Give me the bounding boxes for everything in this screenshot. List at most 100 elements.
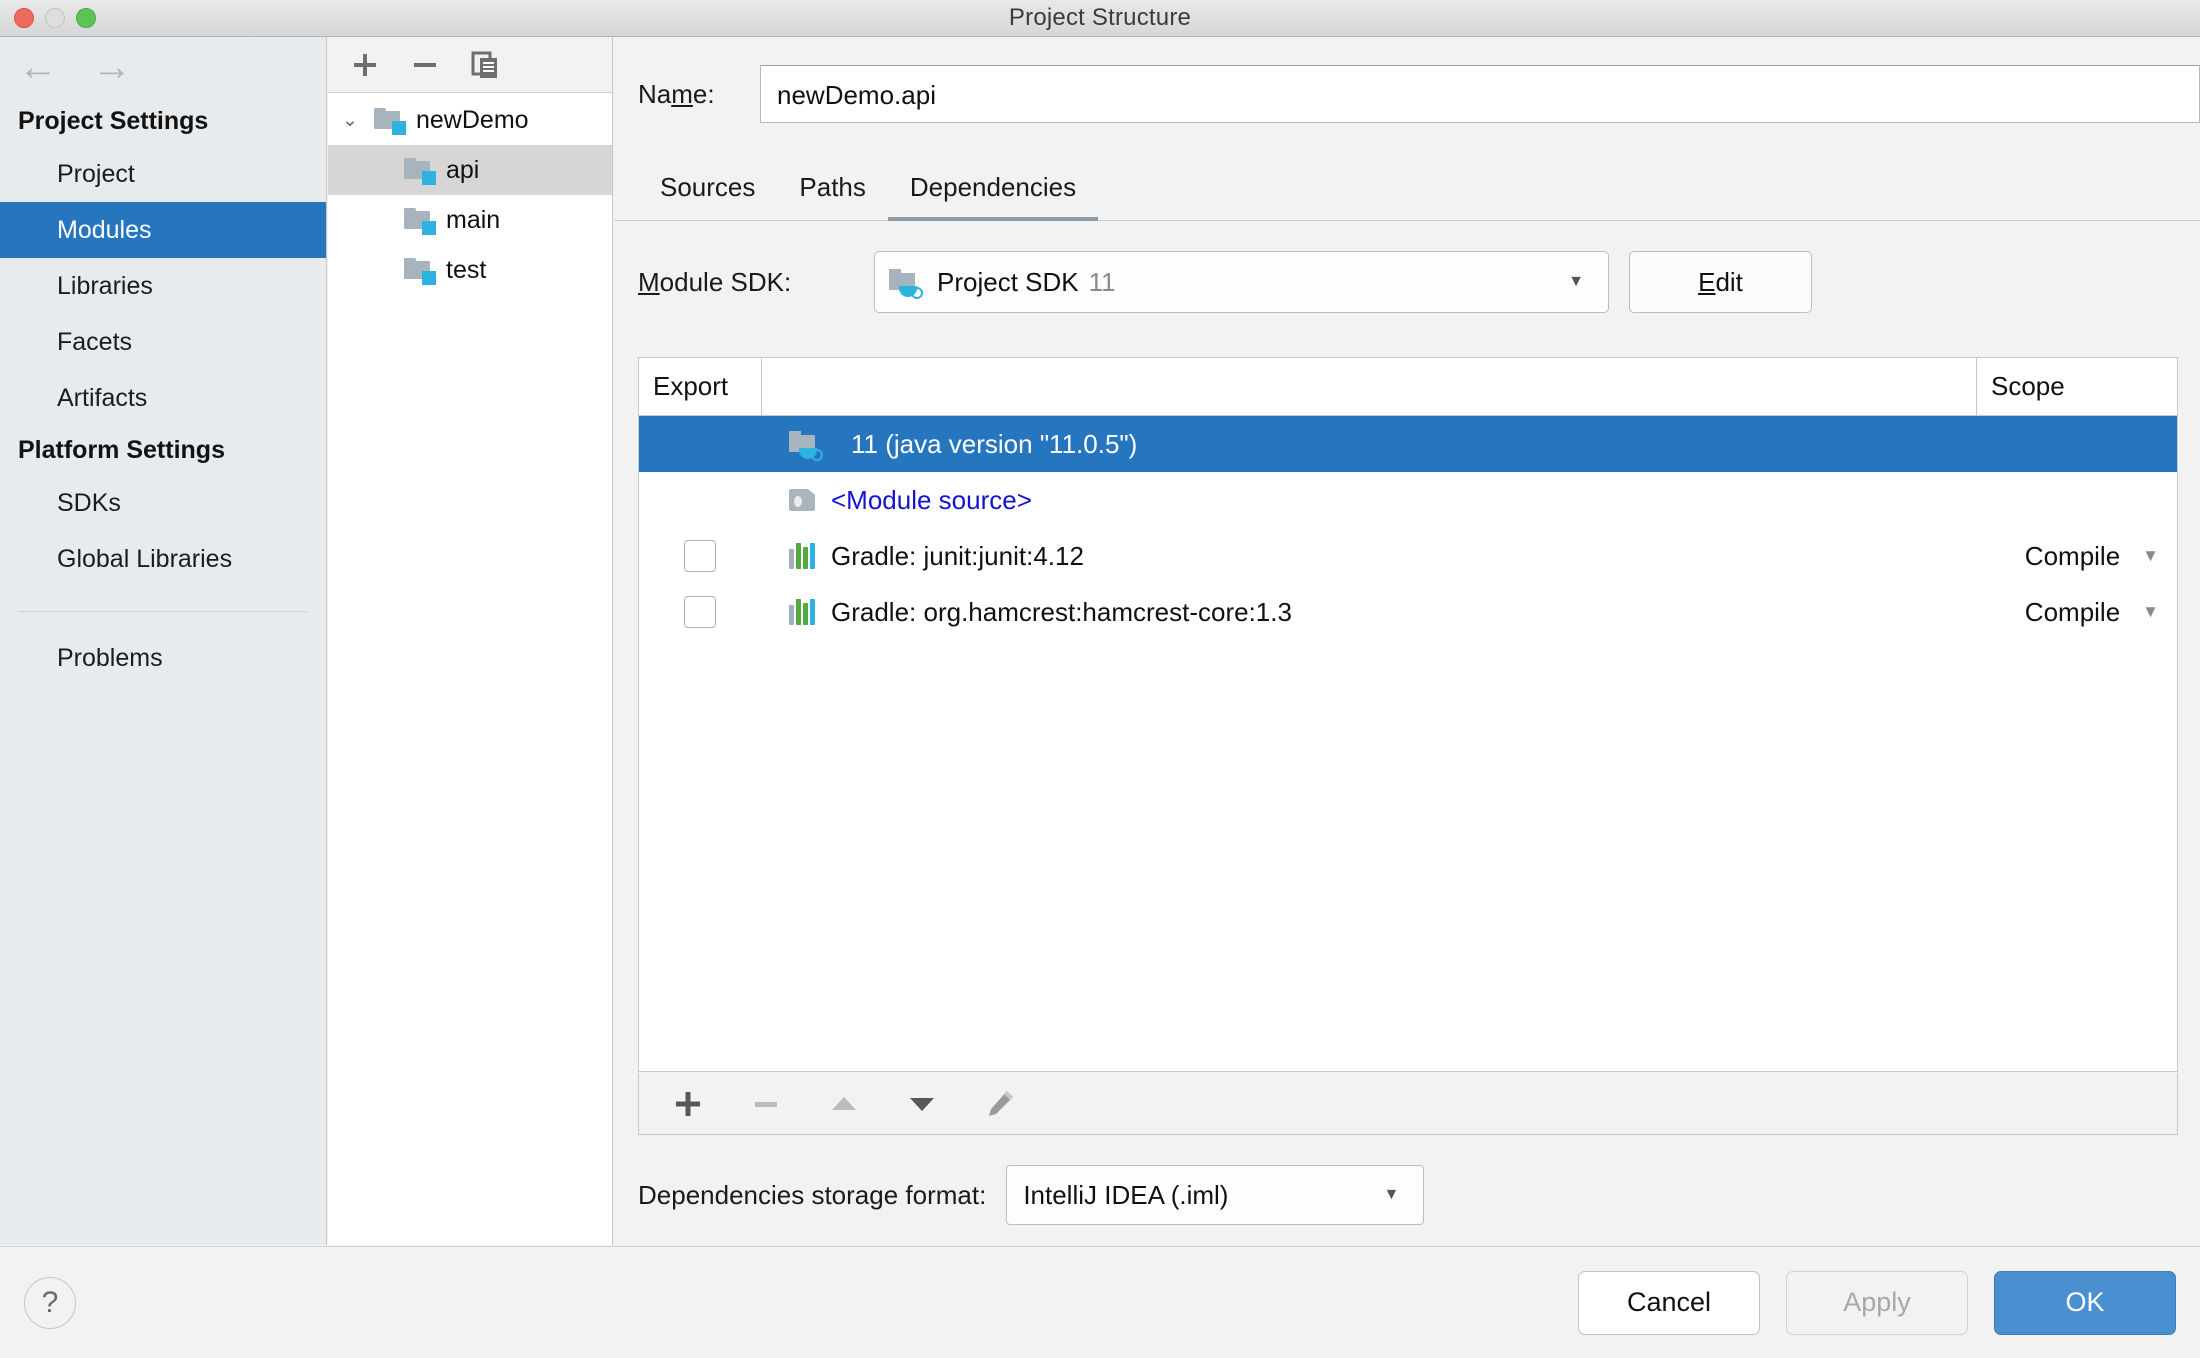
- window-title: Project Structure: [1008, 4, 1192, 31]
- move-down-button[interactable]: [905, 1087, 939, 1121]
- dialog-buttons: Cancel Apply OK: [1578, 1270, 2176, 1335]
- chevron-down-icon[interactable]: ▼: [1383, 1186, 1399, 1204]
- sidebar-group-project-settings: Project Settings: [18, 107, 209, 135]
- tab-paths[interactable]: Paths: [777, 172, 888, 221]
- dependency-name-cell: <Module source>: [761, 485, 1977, 516]
- module-editor-panel: Name: newDemo.api Sources Paths Dependen…: [614, 37, 2200, 1245]
- dependency-label: 11 (java version "11.0.5"): [851, 428, 1138, 459]
- add-dependency-button[interactable]: [671, 1087, 705, 1121]
- module-sdk-value: Project SDK 11: [937, 266, 1116, 297]
- column-header-export: Export: [653, 371, 729, 401]
- module-tree-panel: ⌄ newDemo api main test: [328, 37, 613, 1245]
- sidebar-item-libraries[interactable]: Libraries: [0, 258, 326, 314]
- tree-item-newdemo[interactable]: ⌄ newDemo: [328, 95, 612, 145]
- module-name-label: Name:: [638, 78, 715, 109]
- remove-dependency-button[interactable]: [749, 1087, 783, 1121]
- table-row[interactable]: Gradle: org.hamcrest:hamcrest-core:1.3 C…: [639, 584, 2177, 640]
- sidebar-item-facets[interactable]: Facets: [0, 314, 326, 370]
- titlebar: Project Structure: [0, 0, 2200, 37]
- table-row[interactable]: 11 (java version "11.0.5"): [639, 416, 2177, 472]
- module-name-row: Name: newDemo.api: [614, 37, 2200, 123]
- export-checkbox[interactable]: [684, 540, 716, 572]
- library-icon: [789, 543, 817, 569]
- tree-item-label: main: [446, 205, 501, 234]
- copy-module-button[interactable]: [470, 50, 500, 80]
- dependency-label: <Module source>: [831, 484, 1032, 515]
- module-sdk-dropdown[interactable]: Project SDK 11 ▼: [874, 251, 1609, 313]
- sidebar-item-global-libraries[interactable]: Global Libraries: [0, 531, 326, 587]
- cancel-button[interactable]: Cancel: [1578, 1270, 1760, 1335]
- tree-item-label: test: [446, 255, 487, 284]
- sidebar-item-artifacts[interactable]: Artifacts: [0, 370, 326, 426]
- storage-format-row: Dependencies storage format: IntelliJ ID…: [638, 1165, 1425, 1225]
- chevron-down-icon[interactable]: ▼: [2142, 602, 2159, 622]
- dependency-label: Gradle: org.hamcrest:hamcrest-core:1.3: [831, 596, 1292, 627]
- edit-sdk-button[interactable]: Edit: [1629, 251, 1812, 313]
- scope-cell[interactable]: Compile ▼: [1977, 541, 2177, 572]
- sidebar-item-sdks[interactable]: SDKs: [0, 475, 326, 531]
- dialog-footer: ? Cancel Apply OK: [0, 1246, 2200, 1358]
- module-tree: ⌄ newDemo api main test: [328, 93, 612, 295]
- settings-sidebar: ← → Project Settings Project Modules Lib…: [0, 37, 327, 1245]
- ok-button[interactable]: OK: [1994, 1270, 2176, 1335]
- sidebar-divider: [18, 611, 308, 612]
- sidebar-group-platform-settings: Platform Settings: [18, 436, 225, 464]
- sidebar-nav-buttons: ← →: [0, 37, 326, 97]
- tree-item-main[interactable]: main: [328, 195, 612, 245]
- apply-button[interactable]: Apply: [1786, 1270, 1968, 1335]
- sidebar-item-problems[interactable]: Problems: [0, 630, 326, 686]
- export-cell[interactable]: [639, 540, 761, 572]
- module-source-icon: [789, 487, 817, 513]
- add-module-button[interactable]: [350, 50, 380, 80]
- jdk-icon: [889, 268, 923, 299]
- module-folder-icon: [404, 258, 436, 285]
- column-divider[interactable]: [761, 357, 762, 416]
- export-checkbox[interactable]: [684, 596, 716, 628]
- scope-value: Compile: [2024, 540, 2121, 571]
- module-folder-icon: [374, 108, 406, 135]
- table-row[interactable]: Gradle: junit:junit:4.12 Compile ▼: [639, 528, 2177, 584]
- storage-format-dropdown[interactable]: IntelliJ IDEA (.iml) ▼: [1006, 1165, 1425, 1225]
- dependency-name-cell: Gradle: junit:junit:4.12: [761, 541, 1977, 572]
- module-folder-icon: [404, 158, 436, 185]
- tree-item-label: newDemo: [416, 105, 529, 134]
- column-header-scope: Scope: [1991, 371, 2065, 401]
- scope-cell[interactable]: Compile ▼: [1977, 597, 2177, 628]
- remove-module-button[interactable]: [410, 50, 440, 80]
- module-tree-toolbar: [328, 37, 612, 93]
- help-button[interactable]: ?: [24, 1276, 76, 1329]
- module-sdk-label: Module SDK:: [638, 266, 792, 297]
- library-icon: [789, 599, 817, 625]
- storage-format-value: IntelliJ IDEA (.iml): [1023, 1179, 1229, 1210]
- project-structure-dialog: Project Structure ← → Project Settings P…: [0, 0, 2200, 1358]
- module-name-input[interactable]: newDemo.api: [760, 65, 2200, 123]
- scope-value: Compile: [2024, 596, 2121, 627]
- forward-arrow-icon[interactable]: →: [92, 47, 132, 87]
- sidebar-item-project[interactable]: Project: [0, 146, 326, 202]
- tree-item-test[interactable]: test: [328, 245, 612, 295]
- tree-item-label: api: [446, 155, 480, 184]
- module-folder-icon: [404, 208, 436, 235]
- edit-dependency-button[interactable]: [983, 1087, 1017, 1121]
- tab-sources[interactable]: Sources: [638, 172, 777, 221]
- table-row[interactable]: <Module source>: [639, 472, 2177, 528]
- jdk-icon: [789, 430, 823, 461]
- dependencies-table: Export Scope 11 (java version "11.0.5"): [638, 357, 2178, 1072]
- chevron-down-icon[interactable]: ▼: [2142, 546, 2159, 566]
- back-arrow-icon[interactable]: ←: [18, 47, 58, 87]
- chevron-down-icon[interactable]: ⌄: [342, 109, 374, 132]
- tree-item-api[interactable]: api: [328, 145, 612, 195]
- chevron-down-icon[interactable]: ▼: [1568, 273, 1584, 291]
- dependency-label: Gradle: junit:junit:4.12: [831, 540, 1084, 571]
- storage-format-label: Dependencies storage format:: [638, 1179, 987, 1210]
- dependency-name-cell: 11 (java version "11.0.5"): [761, 428, 1977, 461]
- sidebar-item-modules[interactable]: Modules: [0, 202, 326, 258]
- move-up-button[interactable]: [827, 1087, 861, 1121]
- dependencies-toolbar: [638, 1073, 2178, 1135]
- dependencies-table-header: Export Scope: [639, 357, 2177, 416]
- export-cell[interactable]: [639, 596, 761, 628]
- module-sdk-row: Module SDK: Project SDK 11 ▼ Edit: [614, 221, 2200, 313]
- module-tabs: Sources Paths Dependencies: [614, 159, 2200, 221]
- tab-dependencies[interactable]: Dependencies: [887, 172, 1099, 221]
- dependency-name-cell: Gradle: org.hamcrest:hamcrest-core:1.3: [761, 597, 1977, 628]
